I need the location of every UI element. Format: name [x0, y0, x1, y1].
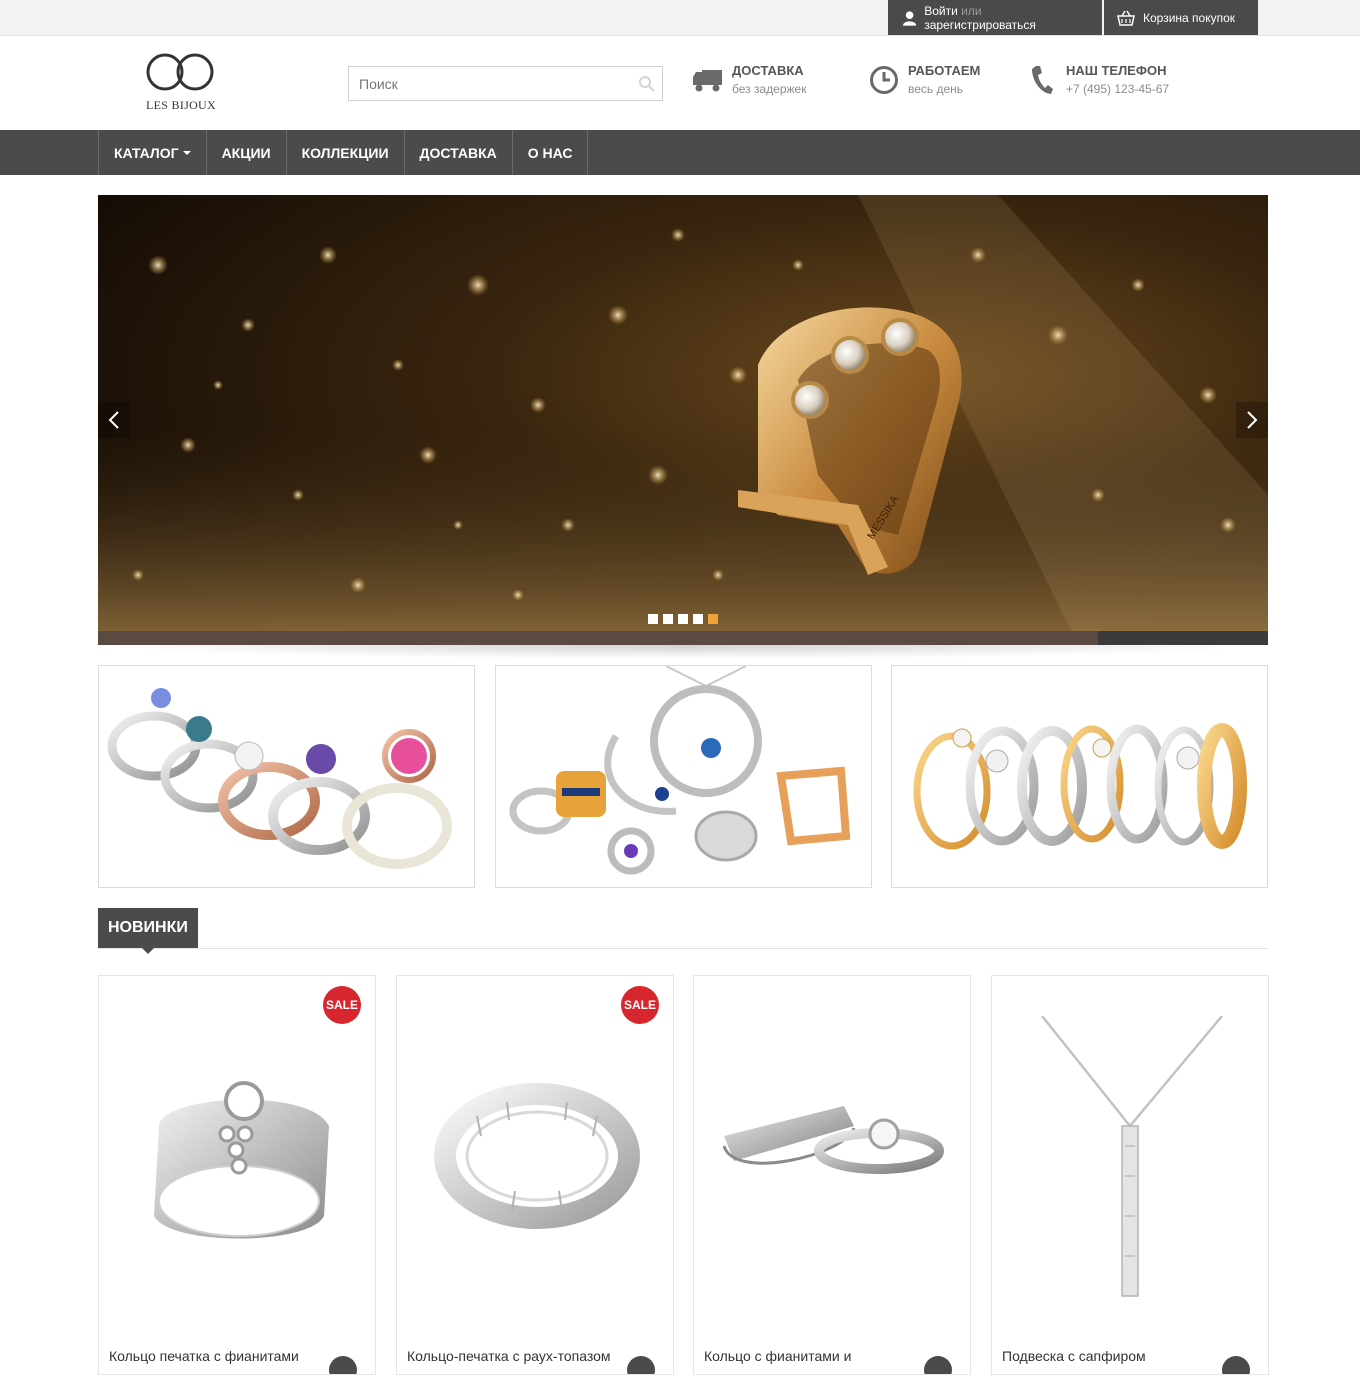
- phone-number[interactable]: +7 (495) 123-45-67: [1066, 80, 1169, 98]
- register-link[interactable]: зарегистрироваться: [924, 18, 1036, 32]
- add-to-cart-button[interactable]: [1222, 1356, 1250, 1374]
- slider-dot[interactable]: [663, 614, 673, 624]
- slider-shadow: [98, 645, 1268, 659]
- nav-item-label: АКЦИИ: [221, 144, 271, 161]
- cart-button[interactable]: Корзина покупок: [1104, 0, 1258, 35]
- caret-down-icon: [182, 150, 191, 155]
- or-text: или: [961, 3, 982, 18]
- product-name[interactable]: Кольцо печатка с фианитами: [109, 1348, 319, 1364]
- section-title[interactable]: НОВИНКИ: [98, 908, 198, 954]
- nav-item-label: КАТАЛОГ: [114, 144, 179, 161]
- hero-slider[interactable]: MESSIKA: [98, 195, 1268, 645]
- slider-pagination: [648, 614, 718, 624]
- hours-info: РАБОТАЕМ весь день: [868, 62, 980, 98]
- slider-dot[interactable]: [693, 614, 703, 624]
- logo[interactable]: LES BIJOUX: [140, 50, 222, 116]
- colored-gem-rings-image: [107, 688, 452, 869]
- nav-item-label: ДОСТАВКА: [419, 144, 497, 161]
- product-name[interactable]: Кольцо-печатка с раух-топазом: [407, 1348, 617, 1364]
- add-to-cart-button[interactable]: [924, 1356, 952, 1374]
- site-header: LES BIJOUX ДОСТАВКА без задержек: [0, 36, 1360, 130]
- search-icon[interactable]: [638, 75, 656, 93]
- nav-item-catalog[interactable]: КАТАЛОГ: [99, 130, 207, 175]
- slider-dot-active[interactable]: [708, 614, 718, 624]
- user-icon: [902, 10, 917, 26]
- product-card[interactable]: SALE Кольцо печатка с фианитами: [98, 975, 376, 1375]
- nav-item-promotions[interactable]: АКЦИИ: [207, 130, 287, 175]
- search-box: [348, 66, 663, 101]
- hero-slide-image: MESSIKA: [98, 195, 1268, 645]
- hours-title: РАБОТАЕМ: [908, 63, 981, 78]
- slider-dot[interactable]: [648, 614, 658, 624]
- product-image: [154, 1081, 329, 1239]
- login-register-button[interactable]: Войти или зарегистрироваться: [888, 0, 1102, 35]
- chevron-right-icon: [1247, 411, 1258, 429]
- promo-banner-gold-rings[interactable]: [891, 665, 1268, 888]
- product-image: [1041, 1016, 1223, 1297]
- slider-dot[interactable]: [678, 614, 688, 624]
- clock-icon: [870, 66, 898, 94]
- add-to-cart-button[interactable]: [329, 1356, 357, 1374]
- nav-item-label: О НАС: [527, 144, 573, 161]
- add-to-cart-button[interactable]: [627, 1356, 655, 1374]
- delivery-title: ДОСТАВКА: [732, 63, 804, 78]
- product-card[interactable]: Подвеска с сапфиром: [991, 975, 1269, 1375]
- phone-info: НАШ ТЕЛЕФОН +7 (495) 123-45-67: [1026, 62, 1169, 98]
- product-name[interactable]: Подвеска с сапфиром: [1002, 1348, 1212, 1364]
- main-nav: КАТАЛОГ АКЦИИ КОЛЛЕКЦИИ ДОСТАВКА О НАС: [0, 130, 1360, 175]
- delivery-subtitle: без задержек: [732, 82, 807, 96]
- product-image: [722, 1106, 944, 1174]
- pendants-and-signets-image: [509, 666, 851, 875]
- gold-silver-rings-image: [913, 723, 1247, 850]
- nav-item-label: КОЛЛЕКЦИИ: [301, 144, 389, 161]
- slider-next-button[interactable]: [1236, 402, 1268, 438]
- top-bar: Войти или зарегистрироваться Корзина пок…: [0, 0, 1360, 36]
- hours-subtitle: весь день: [908, 82, 964, 96]
- logo-text: LES BIJOUX: [145, 98, 216, 112]
- truck-icon: [693, 70, 722, 92]
- basket-icon: [1117, 10, 1135, 26]
- logo-rings-icon: [146, 53, 214, 91]
- login-link[interactable]: Войти: [924, 4, 958, 18]
- nav-item-collections[interactable]: КОЛЛЕКЦИИ: [287, 130, 405, 175]
- product-image: [434, 1083, 640, 1229]
- phone-title: НАШ ТЕЛЕФОН: [1066, 63, 1167, 78]
- promo-banner-rings[interactable]: [98, 665, 475, 888]
- section-header: НОВИНКИ: [98, 908, 1268, 954]
- delivery-info: ДОСТАВКА без задержек: [692, 62, 806, 98]
- product-card[interactable]: SALE Кольцо-печатка с раух-топазом: [396, 975, 674, 1375]
- product-card[interactable]: Кольцо с фианитами и: [693, 975, 971, 1375]
- slider-prev-button[interactable]: [98, 402, 130, 438]
- search-input[interactable]: [349, 67, 662, 100]
- chevron-left-icon: [108, 411, 119, 429]
- promo-banner-pendants[interactable]: [495, 665, 872, 888]
- phone-icon: [1032, 66, 1053, 94]
- nav-item-delivery[interactable]: ДОСТАВКА: [405, 130, 513, 175]
- product-name[interactable]: Кольцо с фианитами и: [704, 1348, 914, 1364]
- nav-item-about[interactable]: О НАС: [513, 130, 589, 175]
- cart-label: Корзина покупок: [1143, 10, 1236, 25]
